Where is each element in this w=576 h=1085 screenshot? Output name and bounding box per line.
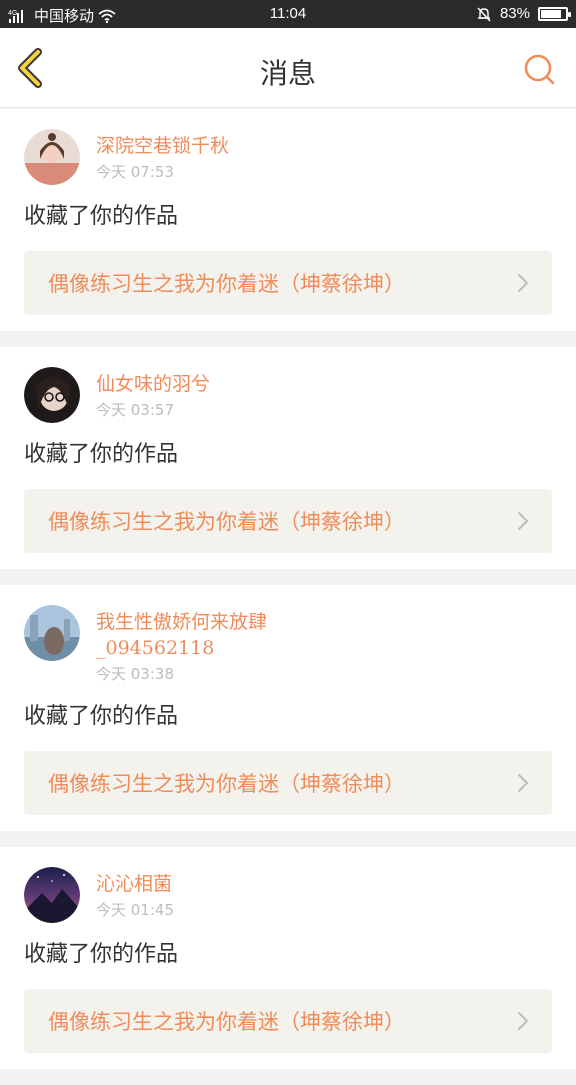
page-title: 消息 bbox=[259, 57, 316, 90]
chevron-right-icon bbox=[518, 774, 529, 792]
search-button[interactable] bbox=[522, 52, 556, 86]
avatar[interactable] bbox=[24, 867, 80, 923]
work-link[interactable]: 偶像练习生之我为你着迷（坤蔡徐坤） bbox=[24, 489, 552, 553]
battery-icon bbox=[538, 6, 571, 21]
username[interactable]: 沁沁相菌 bbox=[96, 871, 174, 897]
username[interactable]: 仙女味的羽兮 bbox=[96, 371, 210, 397]
action-text: 收藏了你的作品 bbox=[24, 942, 179, 967]
username[interactable]: 深院空巷锁千秋 bbox=[96, 133, 229, 159]
battery-level-fill bbox=[541, 9, 561, 18]
message-card: 仙女味的羽兮 今天 03:57 收藏了你的作品 偶像练习生之我为你着迷（坤蔡徐坤… bbox=[0, 347, 576, 569]
mute-bell-icon bbox=[477, 7, 491, 21]
user-meta: 深院空巷锁千秋 今天 07:53 bbox=[96, 129, 229, 183]
status-bar: 4G 中国移动 11:04 83% bbox=[0, 0, 576, 28]
action-text: 收藏了你的作品 bbox=[24, 442, 179, 467]
work-link[interactable]: 偶像练习生之我为你着迷（坤蔡徐坤） bbox=[24, 751, 552, 815]
user-meta: 仙女味的羽兮 今天 03:57 bbox=[96, 367, 210, 421]
work-title: 偶像练习生之我为你着迷（坤蔡徐坤） bbox=[48, 510, 405, 534]
search-icon bbox=[524, 54, 555, 85]
message-time: 今天 03:57 bbox=[96, 401, 174, 419]
message-card: 我生性傲娇何来放肆 _094562118 今天 03:38 收藏了你的作品 偶像… bbox=[0, 585, 576, 831]
app-header: 消息 bbox=[0, 28, 576, 108]
card-header: 仙女味的羽兮 今天 03:57 bbox=[24, 367, 552, 423]
chevron-right-icon bbox=[518, 274, 529, 292]
work-title: 偶像练习生之我为你着迷（坤蔡徐坤） bbox=[48, 1010, 405, 1034]
action-text: 收藏了你的作品 bbox=[24, 204, 179, 229]
avatar[interactable] bbox=[24, 605, 80, 661]
chevron-right-icon bbox=[518, 1012, 529, 1030]
message-time: 今天 03:38 bbox=[96, 665, 174, 683]
card-header: 沁沁相菌 今天 01:45 bbox=[24, 867, 552, 923]
message-card: 深院空巷锁千秋 今天 07:53 收藏了你的作品 偶像练习生之我为你着迷（坤蔡徐… bbox=[0, 109, 576, 331]
message-time: 今天 07:53 bbox=[96, 163, 174, 181]
avatar[interactable] bbox=[24, 129, 80, 185]
action-text: 收藏了你的作品 bbox=[24, 704, 179, 729]
work-title: 偶像练习生之我为你着迷（坤蔡徐坤） bbox=[48, 272, 405, 296]
user-meta: 我生性傲娇何来放肆 _094562118 今天 03:38 bbox=[96, 605, 267, 685]
message-feed: 深院空巷锁千秋 今天 07:53 收藏了你的作品 偶像练习生之我为你着迷（坤蔡徐… bbox=[0, 109, 576, 1085]
status-right: 83% bbox=[476, 5, 571, 22]
username[interactable]: 我生性傲娇何来放肆 bbox=[96, 609, 267, 635]
work-link[interactable]: 偶像练习生之我为你着迷（坤蔡徐坤） bbox=[24, 251, 552, 315]
chevron-right-icon bbox=[518, 512, 529, 530]
work-link[interactable]: 偶像练习生之我为你着迷（坤蔡徐坤） bbox=[24, 989, 552, 1053]
message-card: 沁沁相菌 今天 01:45 收藏了你的作品 偶像练习生之我为你着迷（坤蔡徐坤） bbox=[0, 847, 576, 1069]
avatar[interactable] bbox=[24, 367, 80, 423]
user-meta: 沁沁相菌 今天 01:45 bbox=[96, 867, 174, 921]
message-time: 今天 01:45 bbox=[96, 901, 174, 919]
username-line2[interactable]: _094562118 bbox=[96, 635, 267, 661]
work-title: 偶像练习生之我为你着迷（坤蔡徐坤） bbox=[48, 772, 405, 796]
battery-percent: 83% bbox=[499, 5, 530, 22]
card-header: 我生性傲娇何来放肆 _094562118 今天 03:38 bbox=[24, 605, 552, 685]
card-header: 深院空巷锁千秋 今天 07:53 bbox=[24, 129, 552, 185]
